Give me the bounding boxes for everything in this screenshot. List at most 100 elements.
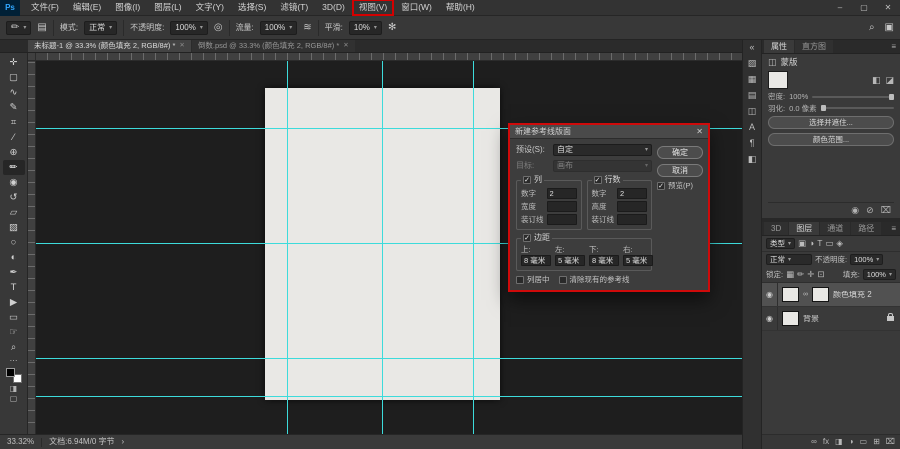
color-range-button[interactable]: 颜色范围... <box>768 133 894 146</box>
tab-close-icon[interactable]: ✕ <box>343 42 348 50</box>
tool-blur[interactable]: ○ <box>3 235 25 250</box>
document-tab-daoshu[interactable]: 倒数.psd @ 33.3% (颜色填充 2, RGB/8#) * ✕ <box>191 40 355 52</box>
tool-shape[interactable]: ▭ <box>3 310 25 325</box>
color-swatches[interactable] <box>5 368 22 383</box>
ruler-corner[interactable] <box>28 53 36 61</box>
rows-number-input[interactable] <box>617 188 647 199</box>
guide-horizontal[interactable] <box>36 396 742 397</box>
menu-layer[interactable]: 图层(L) <box>147 0 188 16</box>
blend-mode-option-select[interactable]: 正常 ▾ <box>84 20 118 35</box>
filter-smart-object-icon[interactable]: ◈ <box>836 239 843 248</box>
columns-width-input[interactable] <box>546 201 577 212</box>
menu-file[interactable]: 文件(F) <box>24 0 66 16</box>
flow-option-field[interactable]: 100% ▾ <box>259 20 298 35</box>
new-group-icon[interactable]: ▭ <box>860 438 868 446</box>
columns-gutter-input[interactable] <box>546 214 577 225</box>
add-mask-icon[interactable]: ◨ <box>835 438 843 446</box>
tab-properties[interactable]: 属性 <box>764 40 794 53</box>
margin-bottom-input[interactable] <box>589 254 619 266</box>
adjustment-layer-icon[interactable]: ◑ <box>849 438 854 446</box>
layer-name[interactable]: 颜色填充 2 <box>833 291 872 299</box>
tool-pen[interactable]: ✒ <box>3 265 25 280</box>
lock-all-icon[interactable]: ⊡ <box>817 270 824 279</box>
document-tab-untitled[interactable]: 未标题-1 @ 33.3% (颜色填充 2, RGB/8#) * ✕ <box>28 40 191 52</box>
tool-crop[interactable]: ⌗ <box>3 115 25 130</box>
tool-lasso[interactable]: ∿ <box>3 85 25 100</box>
preview-checkbox[interactable] <box>657 182 665 190</box>
rows-gutter-input[interactable] <box>617 214 647 225</box>
tool-gradient[interactable]: ▧ <box>3 220 25 235</box>
tool-marquee[interactable]: ▢ <box>3 70 25 85</box>
libraries-panel-icon[interactable]: ◧ <box>748 155 757 164</box>
clear-existing-guides-checkbox[interactable] <box>558 275 567 284</box>
lock-pixels-icon[interactable]: ✏ <box>797 270 804 279</box>
preview-option[interactable]: 预览(P) <box>657 182 703 190</box>
mask-thumbnail[interactable] <box>768 71 788 89</box>
tool-hand[interactable]: ☞ <box>3 325 25 340</box>
margin-left-input[interactable] <box>555 254 585 266</box>
character-panel-icon[interactable]: A <box>749 123 755 132</box>
vertical-ruler[interactable] <box>28 61 36 434</box>
rows-checkbox[interactable] <box>593 176 602 184</box>
layer-thumbnail[interactable] <box>782 311 799 326</box>
guide-horizontal[interactable] <box>36 358 742 359</box>
smoothing-option-field[interactable]: 10% ▾ <box>348 20 382 35</box>
collapse-dock-icon[interactable]: « <box>749 43 754 52</box>
center-columns-option[interactable]: 列居中 <box>516 275 550 284</box>
layer-row-background[interactable]: ◉ 背景 <box>762 307 900 331</box>
smoothing-gear-icon[interactable]: ✻ <box>388 22 396 33</box>
brush-preset-picker[interactable]: ✏ ▾ <box>6 20 32 35</box>
layer-style-icon[interactable]: fx <box>823 438 829 446</box>
maximize-button[interactable]: ▢ <box>852 0 876 16</box>
zoom-level-field[interactable]: 33.32% <box>7 438 34 446</box>
center-columns-checkbox[interactable] <box>516 275 524 284</box>
gradients-panel-icon[interactable]: ▤ <box>748 91 757 100</box>
pen-pressure-icon[interactable]: ◎ <box>214 22 223 33</box>
invert-mask-icon[interactable]: ⊘ <box>866 206 874 215</box>
guide-vertical[interactable] <box>382 61 383 434</box>
tool-zoom[interactable]: ⌕ <box>3 340 25 355</box>
guide-vertical[interactable] <box>473 61 474 434</box>
opacity-option-field[interactable]: 100% ▾ <box>170 20 208 35</box>
feather-slider[interactable] <box>820 105 894 112</box>
tool-eyedropper[interactable]: ∕ <box>3 130 25 145</box>
foreground-color-swatch[interactable] <box>5 368 15 377</box>
dialog-close-icon[interactable]: ✕ <box>696 127 703 136</box>
layer-filter-select[interactable]: 类型 ▾ <box>766 238 796 249</box>
tool-dodge[interactable]: ◐ <box>3 250 25 265</box>
layer-mask-thumbnail[interactable] <box>812 287 829 302</box>
screen-mode-icon[interactable]: ▢ <box>10 395 18 403</box>
rows-height-input[interactable] <box>617 201 647 212</box>
lock-transparency-icon[interactable]: ▦ <box>786 270 794 279</box>
new-layer-icon[interactable]: ⊞ <box>873 438 880 446</box>
blend-mode-select[interactable]: 正常 ▾ <box>766 254 812 265</box>
tab-layers[interactable]: 图层 <box>789 222 820 235</box>
select-and-mask-button[interactable]: 选择并遮住... <box>768 116 894 129</box>
swatches-panel-icon[interactable]: ▦ <box>748 75 757 84</box>
margin-checkbox[interactable] <box>523 234 531 242</box>
columns-number-input[interactable] <box>546 188 577 199</box>
color-panel-icon[interactable]: ▨ <box>748 59 757 68</box>
ok-button[interactable]: 确定 <box>657 146 703 159</box>
layer-visibility-toggle[interactable]: ◉ <box>762 307 778 330</box>
preset-select[interactable]: 自定 ▾ <box>553 144 652 156</box>
tool-healing[interactable]: ⊕ <box>3 145 25 160</box>
tab-paths[interactable]: 路径 <box>851 222 882 235</box>
patterns-panel-icon[interactable]: ◫ <box>748 107 757 116</box>
tool-move[interactable]: ✛ <box>3 55 25 70</box>
canvas-area[interactable]: 新建参考线版面 ✕ 预设(S): 自定 ▾ 目标: 画布 ▾ ✓ 列 数字 2 … <box>28 53 742 434</box>
menu-help[interactable]: 帮助(H) <box>439 0 482 16</box>
menu-window[interactable]: 窗口(W) <box>394 0 439 16</box>
airbrush-icon[interactable]: ≋ <box>303 22 311 33</box>
lock-position-icon[interactable]: ✛ <box>807 270 814 279</box>
minimize-button[interactable]: – <box>828 0 852 16</box>
menu-3d[interactable]: 3D(D) <box>315 0 352 16</box>
link-layers-icon[interactable]: ∞ <box>811 438 817 446</box>
vector-mask-icon[interactable]: ◪ <box>885 75 894 85</box>
menu-view[interactable]: 视图(V) <box>351 0 395 16</box>
tab-histogram[interactable]: 直方图 <box>795 40 833 53</box>
tool-path-select[interactable]: ▶ <box>3 295 25 310</box>
tab-close-icon[interactable]: ✕ <box>179 42 184 50</box>
horizontal-ruler[interactable] <box>36 53 742 61</box>
tool-history-brush[interactable]: ↺ <box>3 190 25 205</box>
